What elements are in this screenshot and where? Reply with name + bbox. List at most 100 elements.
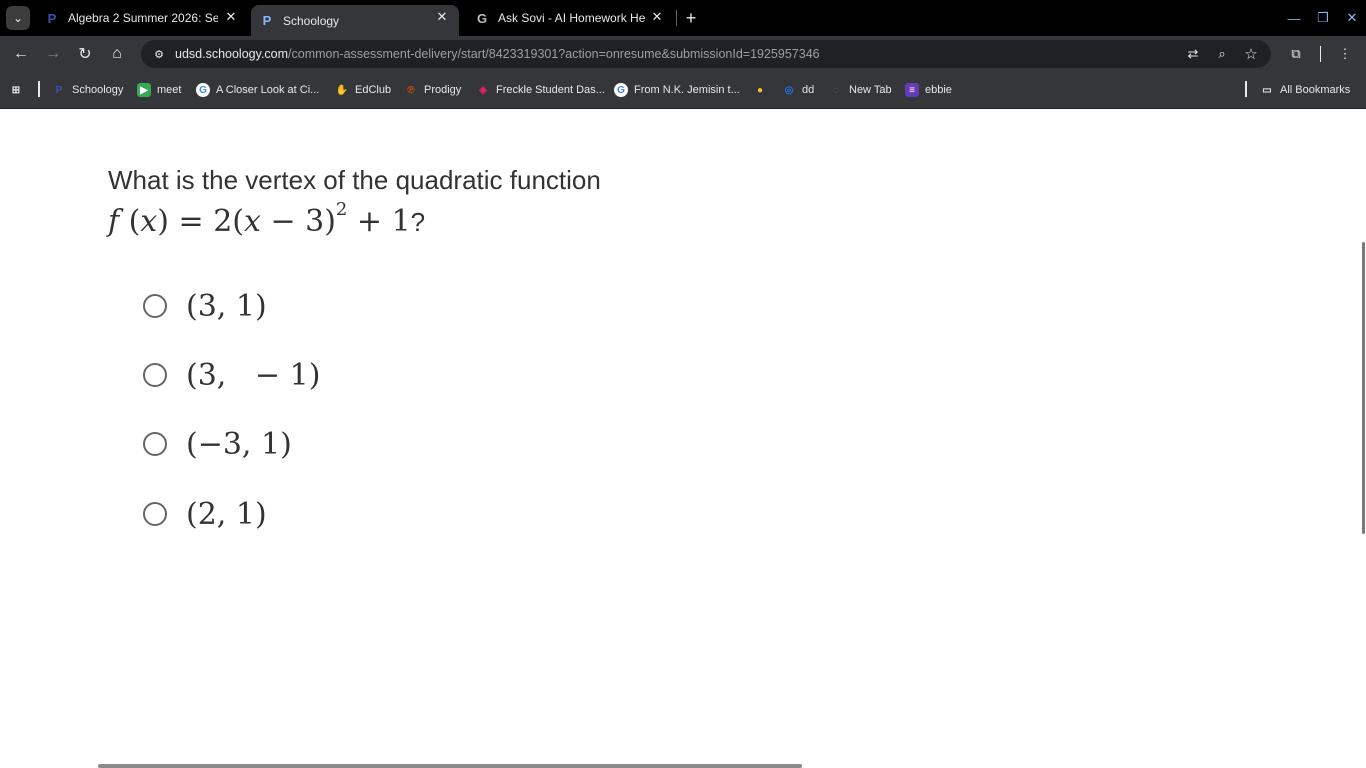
bookmarks-bar: ⊞ P Schoology ▶ meet G A Closer Look at … [0, 72, 1366, 109]
list-icon: ≡ [905, 83, 919, 97]
bookmark-edclub[interactable]: ✋ EdClub [335, 81, 391, 99]
tab-search-button[interactable]: ⌄ [6, 6, 30, 30]
tab-schoology[interactable]: P Schoology ✕ [251, 5, 459, 36]
bookmark-label: Schoology [72, 84, 124, 96]
bookmark-label: Freckle Student Das... [496, 84, 605, 96]
vertical-scrollbar[interactable] [1362, 242, 1365, 534]
bookmark-prodigy[interactable]: ℗ Prodigy [404, 81, 461, 99]
formula-question-mark: ? [410, 207, 426, 237]
radio-button[interactable] [143, 294, 167, 318]
formula-x: x [140, 204, 158, 239]
bookmark-label: A Closer Look at Ci... [216, 84, 320, 96]
translate-icon[interactable]: ⇄ [1183, 44, 1203, 64]
menu-dots-icon[interactable]: ⋮ [1335, 44, 1355, 64]
formula-x: x [244, 204, 261, 239]
bookmark-star-icon[interactable]: ☆ [1241, 44, 1261, 64]
url-path: /common-assessment-delivery/start/842331… [288, 47, 820, 61]
minimize-button[interactable]: — [1284, 8, 1304, 28]
home-button[interactable]: ⌂ [107, 44, 127, 64]
bookmark-meet[interactable]: ▶ meet [137, 81, 181, 99]
close-icon[interactable]: ✕ [648, 8, 666, 26]
google-icon: G [196, 83, 210, 97]
home-icon: ⌂ [112, 45, 122, 62]
apps-button[interactable]: ⊞ [9, 81, 29, 99]
radio-button[interactable] [143, 363, 167, 387]
option-label: (3, 1) [186, 288, 267, 324]
tab-title: Schoology [283, 13, 340, 28]
bookmark-label: From N.K. Jemisin t... [634, 84, 740, 96]
bookmark-label: meet [157, 84, 182, 96]
reload-icon: ↻ [78, 46, 92, 63]
globe-icon: ◌ [833, 84, 839, 96]
tab-separator [676, 10, 677, 26]
browser-chrome: ⌄ P Algebra 2 Summer 2026: Secti ✕ P Sch… [0, 0, 1366, 109]
bookmarks-separator [1245, 81, 1247, 97]
edclub-icon: ✋ [335, 84, 349, 96]
emoji-icon: ● [756, 84, 764, 96]
all-bookmarks-folder[interactable]: ▭ All Bookmarks [1260, 81, 1350, 99]
bookmark-new-tab[interactable]: ◌ New Tab [829, 81, 892, 99]
bookmark-label: dd [802, 84, 815, 96]
bookmark-freckle[interactable]: ◈ Freckle Student Das... [476, 81, 605, 99]
arrow-right-icon: → [45, 45, 61, 62]
all-bookmarks-label: All Bookmarks [1280, 84, 1351, 96]
freckle-icon: ◈ [479, 84, 487, 96]
tab-ask-sovi[interactable]: G Ask Sovi - AI Homework Helper ✕ [466, 5, 674, 31]
folder-icon: ▭ [1262, 84, 1272, 96]
formula-eq: ) = 2( [157, 204, 244, 239]
reload-button[interactable]: ↻ [75, 44, 95, 64]
bookmarks-separator [38, 81, 40, 97]
bookmark-label: New Tab [849, 84, 892, 96]
bookmark-label: Prodigy [424, 84, 462, 96]
answer-option-3[interactable]: (−3, 1) [143, 426, 292, 462]
url-host: udsd.schoology.com [175, 47, 289, 61]
apps-grid-icon: ⊞ [11, 84, 21, 96]
assessment-page: What is the vertex of the quadratic func… [0, 109, 1366, 768]
site-settings-icon[interactable]: ⚙ [149, 44, 169, 64]
answer-option-2[interactable]: (3, − 1) [143, 357, 320, 393]
close-icon: ✕ [1346, 10, 1358, 25]
answer-option-4[interactable]: (2, 1) [143, 496, 267, 532]
restore-icon: ❐ [1317, 10, 1329, 25]
extensions-icon[interactable]: ⧉ [1286, 44, 1306, 64]
horizontal-scrollbar[interactable] [98, 764, 802, 768]
bookmark-schoology[interactable]: P Schoology [52, 81, 124, 99]
option-label: (2, 1) [186, 496, 267, 532]
meet-icon: ▶ [137, 83, 151, 97]
bookmark-dd[interactable]: ◎ dd [782, 81, 815, 99]
plus-icon: + [685, 7, 697, 28]
close-icon[interactable]: ✕ [433, 8, 451, 26]
formula-exponent: 2 [335, 199, 348, 220]
bookmark-jemisin[interactable]: G From N.K. Jemisin t... [614, 81, 740, 99]
forward-button[interactable]: → [43, 44, 63, 64]
restore-button[interactable]: ❐ [1313, 8, 1333, 28]
google-icon: G [614, 83, 628, 97]
toolbar: ← → ↻ ⌂ ⚙ udsd.schoology.com/common-asse… [0, 36, 1366, 72]
tab-title: Ask Sovi - AI Homework Helper [498, 11, 646, 25]
radio-button[interactable] [143, 432, 167, 456]
minimize-icon: — [1287, 10, 1301, 26]
option-label: (3, − 1) [186, 357, 321, 393]
bookmark-emoji[interactable]: ● [753, 81, 773, 99]
close-window-button[interactable]: ✕ [1342, 8, 1362, 28]
chevron-down-icon: ⌄ [12, 11, 24, 25]
formula-minus: − 3) [260, 204, 336, 239]
bookmark-label: EdClub [355, 84, 392, 96]
tab-title: Algebra 2 Summer 2026: Secti [68, 11, 218, 25]
schoology-icon: P [47, 10, 57, 26]
url-text: udsd.schoology.com/common-assessment-del… [175, 47, 820, 61]
radio-button[interactable] [143, 502, 167, 526]
bookmark-label: ebbie [925, 84, 952, 96]
bookmark-closer-look[interactable]: G A Closer Look at Ci... [196, 81, 319, 99]
answer-option-1[interactable]: (3, 1) [143, 288, 267, 324]
tab-strip: ⌄ P Algebra 2 Summer 2026: Secti ✕ P Sch… [0, 0, 1366, 36]
address-bar[interactable]: ⚙ udsd.schoology.com/common-assessment-d… [141, 40, 1271, 68]
close-icon[interactable]: ✕ [222, 8, 240, 26]
zoom-icon[interactable]: ⌕ [1212, 44, 1232, 64]
schoology-icon: P [262, 13, 272, 28]
bookmark-ebbie[interactable]: ≡ ebbie [905, 81, 952, 99]
sovi-icon: G [476, 10, 488, 26]
new-tab-button[interactable]: + [681, 8, 701, 28]
back-button[interactable]: ← [11, 44, 31, 64]
tab-algebra[interactable]: P Algebra 2 Summer 2026: Secti ✕ [36, 5, 248, 31]
